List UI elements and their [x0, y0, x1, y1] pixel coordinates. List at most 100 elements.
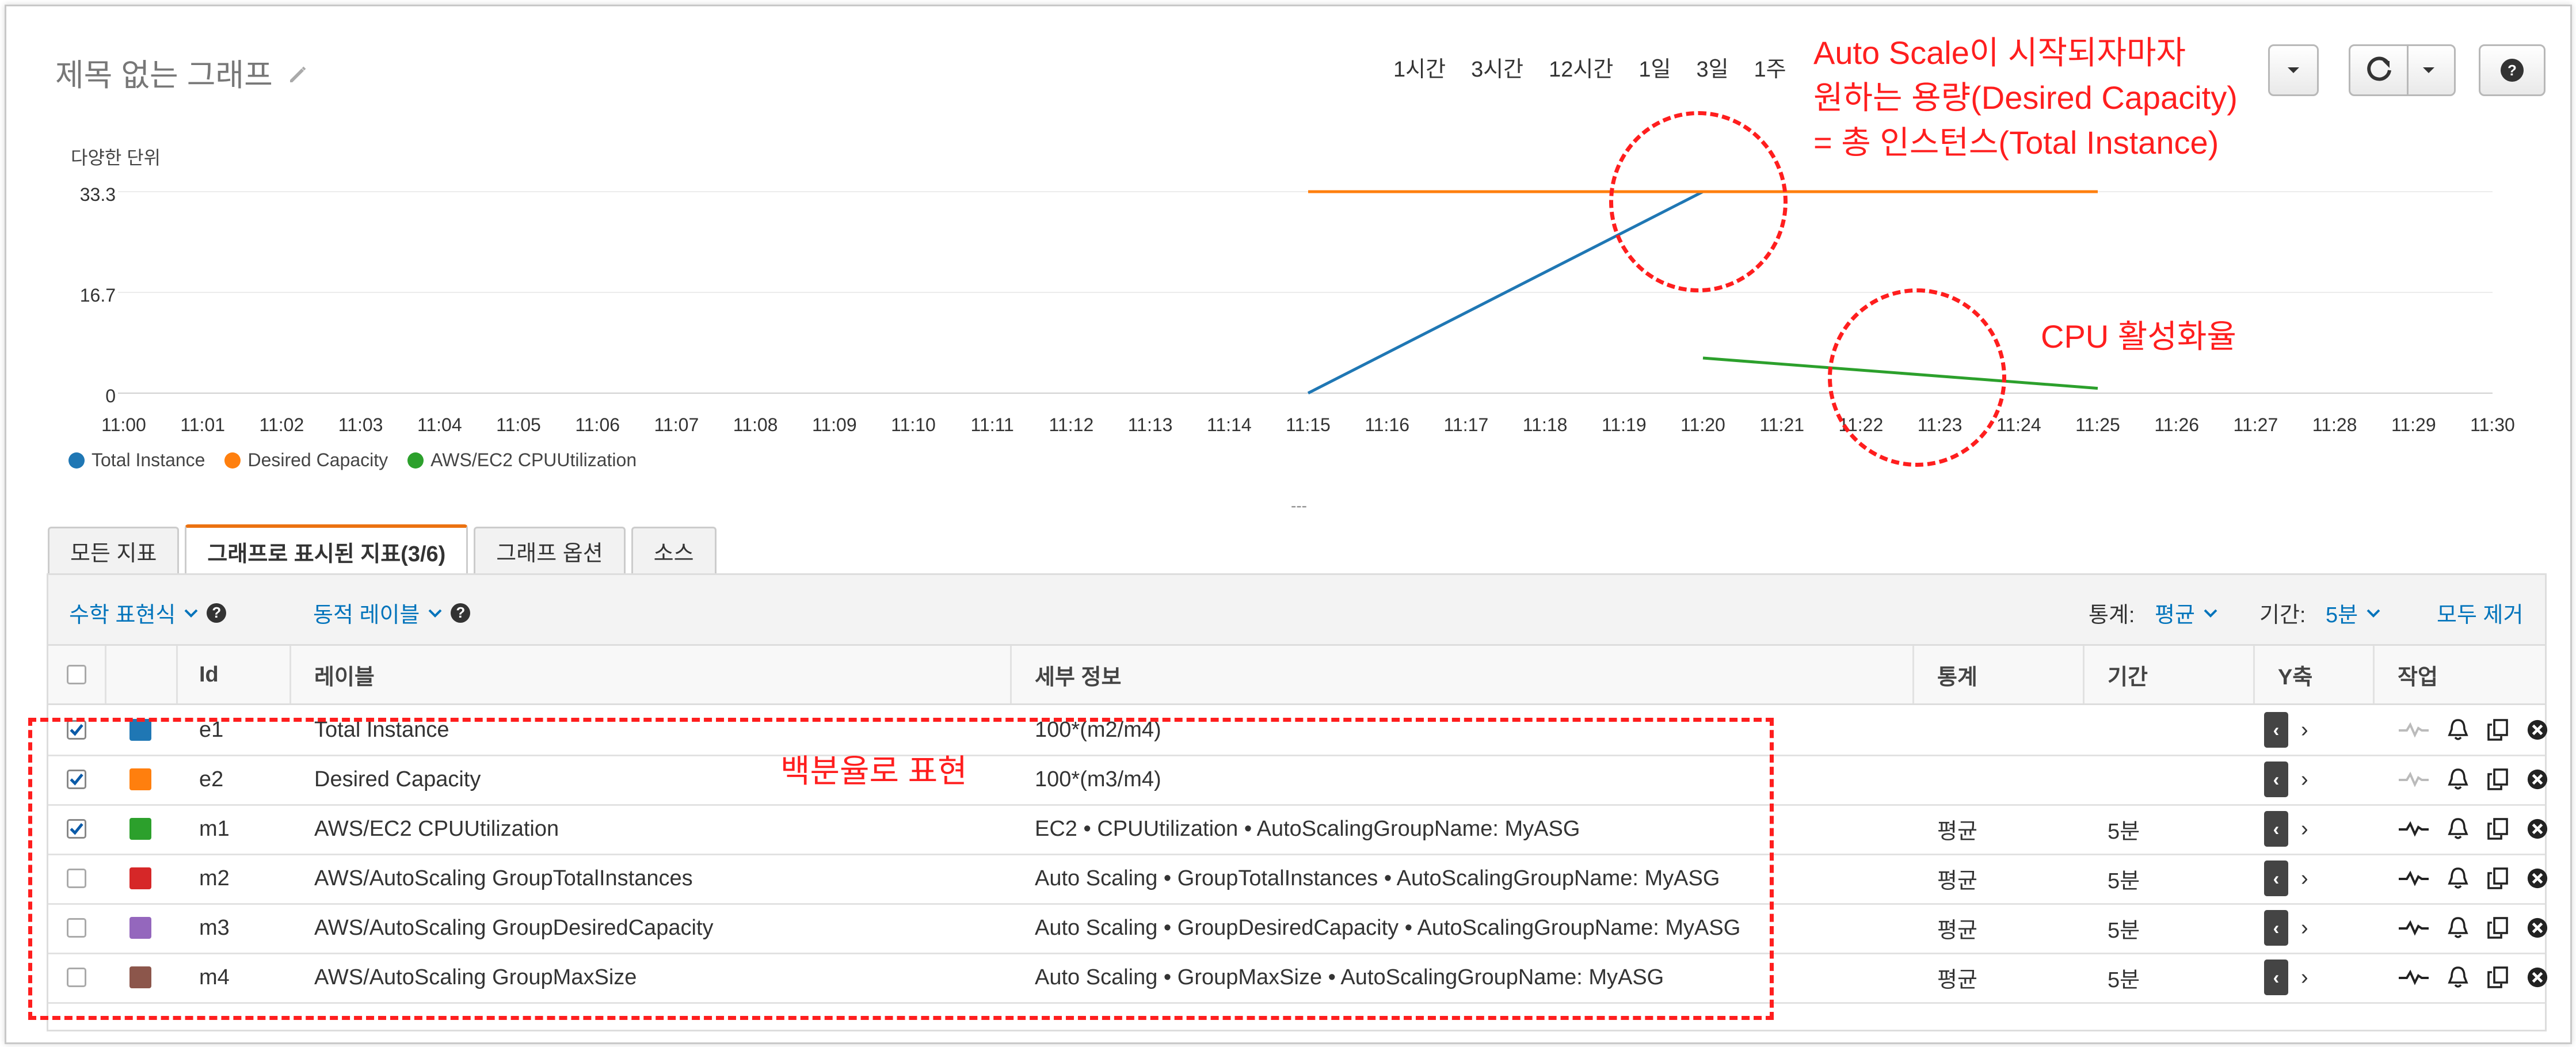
y-axis-left-button[interactable]: ‹	[2264, 960, 2288, 995]
x-tick: 11:29	[2391, 414, 2436, 435]
sparkline-icon[interactable]	[2398, 771, 2430, 788]
math-expression-dropdown[interactable]: 수학 표현식 ?	[69, 597, 227, 629]
remove-icon[interactable]	[2527, 719, 2548, 741]
x-tick: 11:12	[1049, 414, 1094, 435]
row-period[interactable]: 5분	[2108, 903, 2140, 953]
sparkline-icon[interactable]	[2398, 721, 2430, 738]
row-actions	[2398, 953, 2548, 1002]
legend-item-desired-capacity[interactable]: Desired Capacity	[224, 450, 388, 471]
math-expression-label: 수학 표현식	[69, 603, 176, 627]
row-yaxis: ‹ ›	[2264, 755, 2308, 804]
x-tick: 11:07	[654, 414, 699, 435]
remove-icon[interactable]	[2527, 966, 2548, 988]
row-actions	[2398, 804, 2548, 854]
help-icon[interactable]: ?	[207, 603, 227, 623]
row-stat[interactable]: 평균	[1937, 903, 1977, 953]
y-axis-right-button[interactable]: ›	[2301, 767, 2308, 792]
tab-source[interactable]: 소스	[631, 527, 717, 573]
period-dropdown[interactable]: 5분	[2326, 597, 2381, 629]
header-details[interactable]: 세부 정보	[1012, 646, 1914, 703]
select-all-checkbox[interactable]	[67, 665, 86, 684]
tab-all-metrics[interactable]: 모든 지표	[48, 527, 180, 573]
row-stat[interactable]: 평균	[1937, 854, 1977, 903]
resize-handle[interactable]: ---	[1291, 497, 1307, 515]
annotation-line: = 총 인스턴스(Total Instance)	[1813, 124, 2219, 161]
chevron-down-icon	[2367, 609, 2380, 618]
sparkline-icon[interactable]	[2398, 870, 2430, 887]
header-id[interactable]: Id	[176, 646, 291, 703]
y-axis-left-button[interactable]: ‹	[2264, 762, 2288, 797]
copy-icon[interactable]	[2486, 866, 2509, 890]
legend-item-cpu-utilization[interactable]: AWS/EC2 CPUUtilization	[407, 450, 637, 471]
copy-icon[interactable]	[2486, 817, 2509, 841]
y-axis-right-button[interactable]: ›	[2301, 817, 2308, 842]
x-tick: 11:02	[259, 414, 304, 435]
annotation-percentage: 백분율로 표현	[780, 753, 967, 789]
row-yaxis: ‹ ›	[2264, 953, 2308, 1002]
header-yaxis[interactable]: Y축	[2255, 646, 2375, 703]
remove-icon[interactable]	[2527, 867, 2548, 889]
y-axis-right-button[interactable]: ›	[2301, 718, 2308, 743]
x-tick: 11:16	[1365, 414, 1410, 435]
x-tick: 11:26	[2154, 414, 2200, 435]
y-axis-left-button[interactable]: ‹	[2264, 712, 2288, 748]
row-stat[interactable]: 평균	[1937, 804, 1977, 854]
x-tick: 11:05	[496, 414, 541, 435]
bell-icon[interactable]	[2447, 916, 2469, 940]
stat-label: 통계:	[2089, 603, 2135, 627]
y-axis-right-button[interactable]: ›	[2301, 916, 2308, 941]
copy-icon[interactable]	[2486, 965, 2509, 989]
legend-swatch	[224, 452, 241, 469]
tab-graphed-metrics[interactable]: 그래프로 표시된 지표(3/6)	[185, 524, 468, 575]
metrics-toolbar: 수학 표현식 ? 동적 레이블 ? 통계: 평균 기간: 5분 모두 제거	[48, 575, 2545, 646]
row-period[interactable]: 5분	[2108, 953, 2140, 1002]
remove-all-link[interactable]: 모두 제거	[2437, 597, 2523, 629]
row-stat[interactable]: 평균	[1937, 953, 1977, 1002]
dashboard-frame: 제목 없는 그래프 1시간 3시간 12시간 1일 3일 1주 ? 다양한 단위…	[5, 5, 2572, 1044]
y-axis-right-button[interactable]: ›	[2301, 866, 2308, 891]
header-label[interactable]: 레이블	[291, 646, 1012, 703]
remove-icon[interactable]	[2527, 917, 2548, 939]
sparkline-icon[interactable]	[2398, 820, 2430, 837]
x-tick: 11:06	[575, 414, 620, 435]
row-actions	[2398, 854, 2548, 903]
x-tick: 11:17	[1443, 414, 1489, 435]
row-actions	[2398, 705, 2548, 755]
copy-icon[interactable]	[2486, 767, 2509, 791]
chevron-down-icon	[2204, 609, 2217, 618]
bell-icon[interactable]	[2447, 866, 2469, 890]
annotation-circle-cpu	[1828, 288, 2006, 467]
y-axis-right-button[interactable]: ›	[2301, 965, 2308, 990]
header-stat[interactable]: 통계	[1914, 646, 2085, 703]
x-tick: 11:24	[1996, 414, 2041, 435]
copy-icon[interactable]	[2486, 718, 2509, 742]
legend-item-total-instance[interactable]: Total Instance	[68, 450, 205, 471]
y-axis-left-button[interactable]: ‹	[2264, 910, 2288, 946]
stat-dropdown[interactable]: 평균	[2155, 597, 2218, 629]
row-period[interactable]: 5분	[2108, 804, 2140, 854]
sparkline-icon[interactable]	[2398, 969, 2430, 986]
x-tick: 11:01	[180, 414, 226, 435]
bell-icon[interactable]	[2447, 718, 2469, 742]
sparkline-icon[interactable]	[2398, 919, 2430, 936]
x-tick: 11:20	[1681, 414, 1725, 435]
y-axis-left-button[interactable]: ‹	[2264, 861, 2288, 896]
tab-graph-options[interactable]: 그래프 옵션	[474, 527, 626, 573]
table-header: Id 레이블 세부 정보 통계 기간 Y축 작업	[48, 646, 2545, 705]
bell-icon[interactable]	[2447, 767, 2469, 791]
copy-icon[interactable]	[2486, 916, 2509, 940]
period-label: 기간:	[2259, 603, 2306, 627]
bell-icon[interactable]	[2447, 965, 2469, 989]
y-axis-left-button[interactable]: ‹	[2264, 811, 2288, 847]
legend-label: Desired Capacity	[247, 450, 388, 470]
dynamic-label-dropdown[interactable]: 동적 레이블 ?	[313, 597, 471, 629]
row-yaxis: ‹ ›	[2264, 705, 2308, 755]
bell-icon[interactable]	[2447, 817, 2469, 841]
help-icon[interactable]: ?	[451, 603, 471, 623]
remove-icon[interactable]	[2527, 818, 2548, 840]
x-tick: 11:30	[2470, 414, 2515, 435]
row-period[interactable]: 5분	[2108, 854, 2140, 903]
header-period[interactable]: 기간	[2085, 646, 2255, 703]
row-yaxis: ‹ ›	[2264, 903, 2308, 953]
remove-icon[interactable]	[2527, 768, 2548, 790]
